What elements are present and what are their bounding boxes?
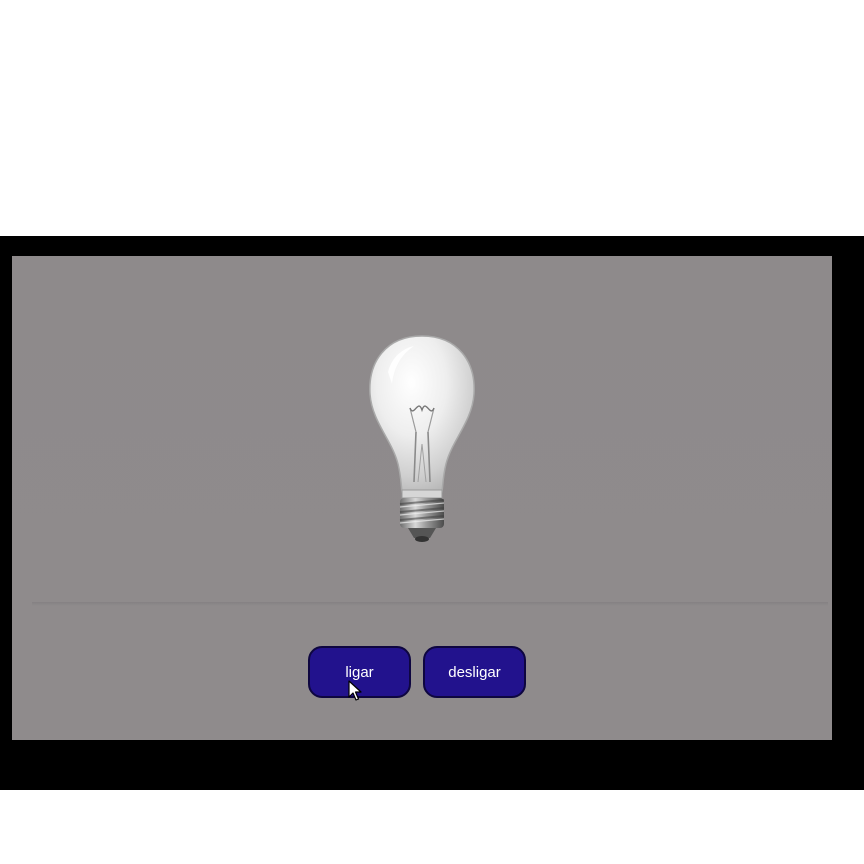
lightbulb-icon <box>358 332 486 544</box>
video-frame: ligar desligar <box>0 236 864 790</box>
mouse-cursor-icon <box>348 680 362 702</box>
lamp-stage: ligar desligar <box>12 256 832 740</box>
stage-divider <box>32 602 828 606</box>
turn-off-button[interactable]: desligar <box>423 646 526 698</box>
page: ligar desligar <box>0 0 864 864</box>
